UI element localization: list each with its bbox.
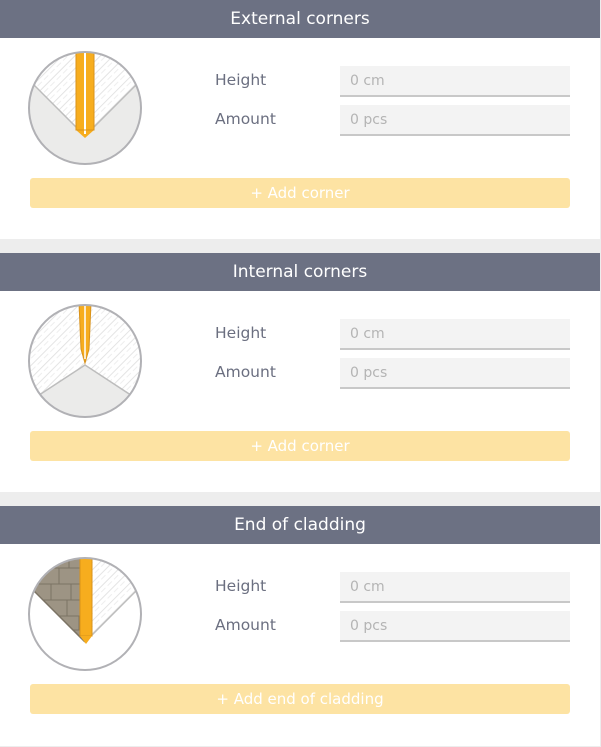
end-of-cladding-panel: End of cladding Height 0 cm Amount 0 pcs… (0, 506, 600, 746)
internal-corners-panel: Internal corners Height Amount (0, 253, 600, 492)
height-label: Height (215, 577, 267, 595)
external-height-input[interactable] (340, 66, 570, 97)
end-of-cladding-illustration-icon (28, 557, 142, 671)
height-label: Height (215, 324, 267, 342)
add-end-of-cladding-button[interactable]: + Add end of cladding (30, 684, 570, 714)
internal-amount-input[interactable] (340, 358, 570, 389)
internal-corner-illustration-icon (28, 304, 142, 418)
height-label: Height (215, 71, 267, 89)
external-corners-title: External corners (0, 0, 600, 38)
add-corner-button[interactable]: + Add corner (30, 431, 570, 461)
amount-label: Amount (215, 616, 276, 634)
cladding-amount-input[interactable] (340, 611, 570, 642)
external-amount-input[interactable] (340, 105, 570, 136)
add-corner-button[interactable]: + Add corner (30, 178, 570, 208)
end-of-cladding-title: End of cladding (0, 506, 600, 544)
external-corner-illustration-icon (28, 51, 142, 165)
internal-corners-title: Internal corners (0, 253, 600, 291)
internal-height-input[interactable] (340, 319, 570, 350)
amount-label: Amount (215, 110, 276, 128)
cladding-height-input[interactable] (340, 572, 570, 603)
amount-label: Amount (215, 363, 276, 381)
external-corners-panel: External corners Height 0 cm Amount 0 pc… (0, 0, 600, 239)
